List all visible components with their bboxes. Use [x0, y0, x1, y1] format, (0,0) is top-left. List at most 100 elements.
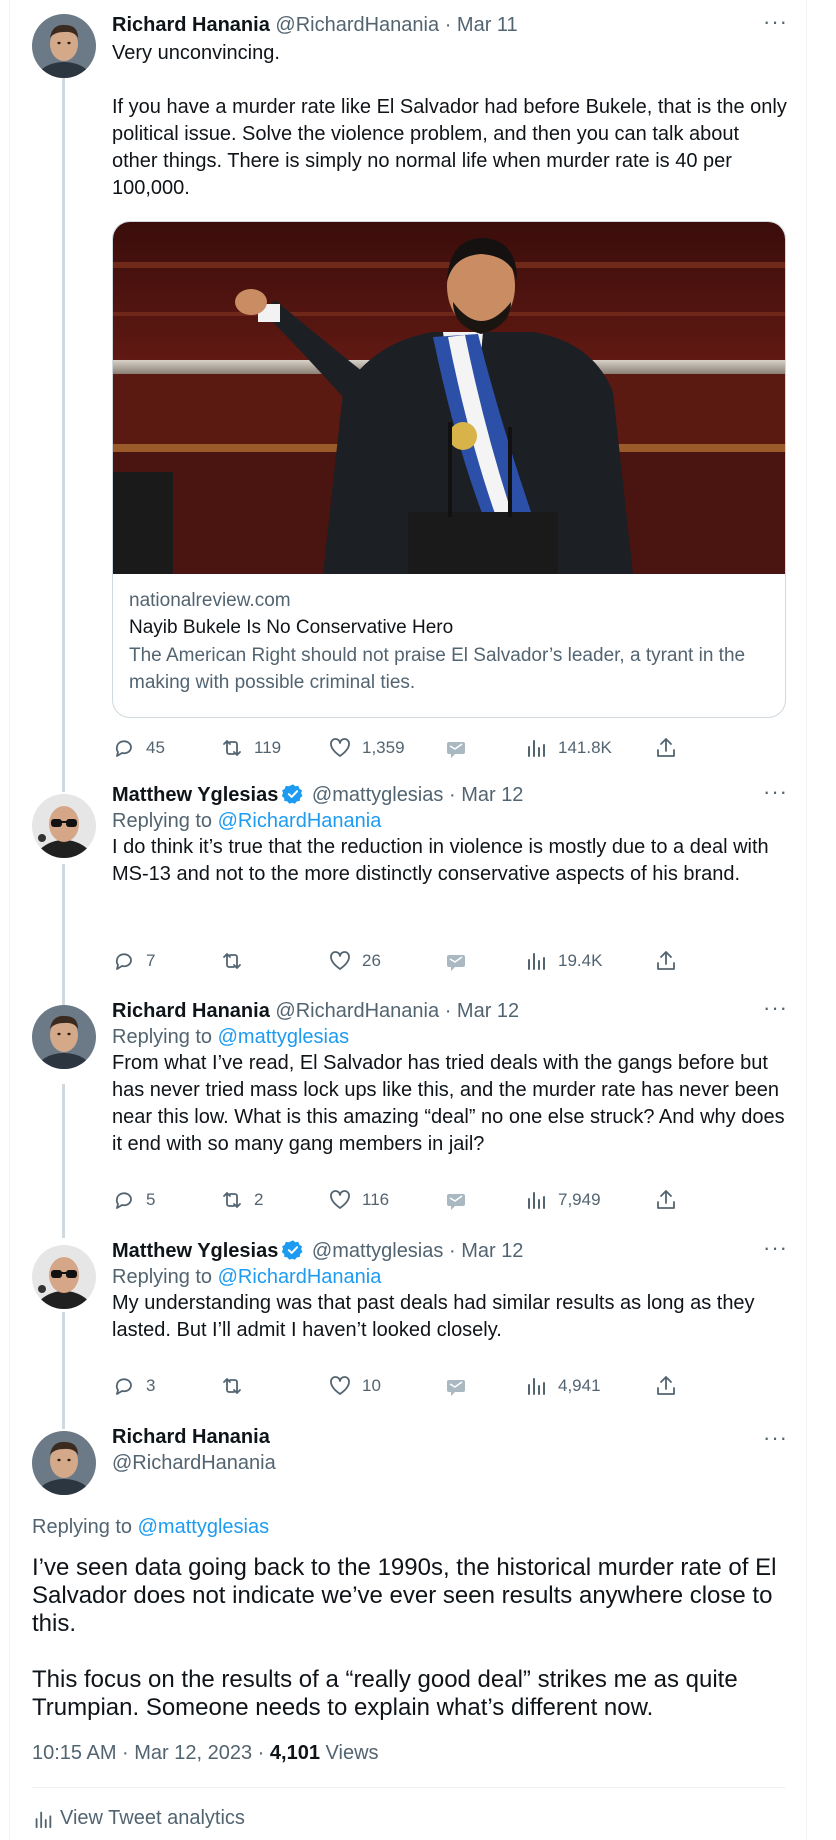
avatar-richard-hanania[interactable]	[32, 14, 96, 78]
tweet-header: Richard Hanania @RichardHanania · Mar 12	[112, 998, 788, 1024]
bar-chart-icon	[528, 1378, 545, 1395]
share-icon	[657, 1376, 675, 1395]
replying-label: Replying to	[112, 1026, 213, 1048]
comment-card-button[interactable]	[444, 1371, 468, 1401]
link-card[interactable]: nationalreview.com Nayib Bukele Is No Co…	[112, 221, 786, 718]
like-button[interactable]: 1,359	[328, 733, 405, 763]
replying-mention-link[interactable]: @mattyglesias	[138, 1516, 269, 1538]
message-icon	[447, 1380, 465, 1396]
replying-label: Replying to	[112, 1266, 213, 1288]
main-tweet-text: I’ve seen data going back to the 1990s, …	[32, 1554, 777, 1721]
retweet-count: 119	[254, 738, 282, 757]
share-button[interactable]	[654, 1185, 678, 1215]
replying-to: Replying to @RichardHanania	[112, 1264, 788, 1290]
tweet-text: I do think it’s true that the reduction …	[112, 836, 769, 885]
views-button[interactable]: 4,941	[524, 1371, 601, 1401]
author-name[interactable]: Richard Hanania	[112, 1000, 270, 1022]
author-handle[interactable]: @RichardHanania	[112, 1450, 788, 1476]
like-count: 26	[362, 951, 381, 970]
retweet-button[interactable]	[220, 946, 254, 976]
retweet-button[interactable]: 2	[220, 1185, 263, 1215]
view-count: 7,949	[558, 1190, 601, 1209]
reply-button[interactable]: 45	[112, 733, 165, 763]
tweet[interactable]: Matthew Yglesias @mattyglesias · Mar 12 …	[10, 781, 808, 1000]
tweet-date[interactable]: Mar 12	[461, 784, 523, 806]
author-handle[interactable]: @RichardHanania	[275, 1000, 439, 1022]
more-options-icon[interactable]: ···	[763, 1427, 788, 1449]
reply-icon	[115, 1192, 132, 1209]
view-count: 141.8K	[558, 738, 612, 757]
tweet-date[interactable]: Mar 12	[461, 1240, 523, 1262]
author-handle[interactable]: @mattyglesias	[312, 784, 443, 806]
retweet-button[interactable]: 119	[220, 733, 281, 763]
more-options-icon[interactable]: ···	[763, 11, 788, 33]
like-button[interactable]: 10	[328, 1371, 381, 1401]
comment-card-button[interactable]	[444, 946, 468, 976]
avatar-richard-hanania[interactable]	[32, 1431, 96, 1495]
author-name[interactable]: Richard Hanania	[112, 1424, 788, 1450]
views-button[interactable]: 7,949	[524, 1185, 601, 1215]
replying-to: Replying to @mattyglesias	[32, 1514, 786, 1540]
replying-label: Replying to	[112, 810, 213, 832]
tweet-timestamp-row: 10:15 AM · Mar 12, 2023 · 4,101 Views	[32, 1740, 786, 1766]
tweet-text: My understanding was that past deals had…	[112, 1292, 755, 1341]
avatar-matthew-yglesias[interactable]	[32, 794, 96, 858]
author-name[interactable]: Richard Hanania	[112, 14, 270, 36]
avatar-matthew-yglesias[interactable]	[32, 1245, 96, 1309]
heart-icon	[330, 738, 350, 757]
author-handle[interactable]: @mattyglesias	[312, 1240, 443, 1262]
tweet[interactable]: Matthew Yglesias @mattyglesias · Mar 12 …	[10, 1237, 808, 1425]
reply-button[interactable]: 3	[112, 1371, 155, 1401]
share-button[interactable]	[654, 946, 678, 976]
view-count: 4,941	[558, 1376, 601, 1395]
share-button[interactable]	[654, 733, 678, 763]
more-options-icon[interactable]: ···	[763, 997, 788, 1019]
avatar-richard-hanania[interactable]	[32, 1005, 96, 1069]
bar-chart-icon	[35, 1811, 52, 1828]
replying-mention-link[interactable]: @mattyglesias	[218, 1026, 349, 1048]
like-button[interactable]: 116	[328, 1185, 389, 1215]
view-count: 4,101	[269, 1742, 320, 1764]
replying-mention-link[interactable]: @RichardHanania	[218, 1266, 382, 1288]
share-button[interactable]	[654, 1371, 678, 1401]
tweet-timestamp[interactable]: 10:15 AM · Mar 12, 2023 ·	[32, 1742, 270, 1764]
tweet-thread: Richard Hanania @RichardHanania · Mar 11…	[9, 0, 807, 1840]
tweet[interactable]: Richard Hanania @RichardHanania · Mar 12…	[10, 997, 808, 1237]
author-name[interactable]: Matthew Yglesias	[112, 1240, 278, 1262]
tweet-text: Very unconvincing. If you have a murder …	[112, 42, 787, 199]
view-analytics-link[interactable]: View Tweet analytics	[32, 1807, 245, 1830]
views-button[interactable]: 141.8K	[524, 733, 612, 763]
author-name[interactable]: Matthew Yglesias	[112, 784, 278, 806]
retweet-button[interactable]	[220, 1371, 254, 1401]
message-icon	[447, 742, 465, 758]
retweet-icon	[223, 740, 241, 756]
more-options-icon[interactable]: ···	[763, 1237, 788, 1259]
more-options-icon[interactable]: ···	[763, 781, 788, 803]
tweet-date[interactable]: Mar 11	[457, 14, 518, 36]
heart-icon	[330, 951, 350, 970]
separator-dot: ·	[448, 784, 456, 806]
like-count: 116	[362, 1190, 390, 1209]
like-button[interactable]: 26	[328, 946, 381, 976]
replying-label: Replying to	[32, 1516, 133, 1538]
tweet-text: From what I’ve read, El Salvador has tri…	[112, 1052, 785, 1155]
reply-button[interactable]: 5	[112, 1185, 155, 1215]
tweet-date[interactable]: Mar 12	[457, 1000, 519, 1022]
replying-mention-link[interactable]: @RichardHanania	[218, 810, 382, 832]
share-icon	[657, 951, 675, 970]
views-button[interactable]: 19.4K	[524, 946, 602, 976]
divider	[32, 1787, 786, 1788]
card-description: The American Right should not praise El …	[129, 645, 746, 693]
reply-button[interactable]: 7	[112, 946, 155, 976]
tweet-actions: 45 119 1,359 141.8K	[112, 733, 692, 763]
tweet-actions: 7 26 19.4K	[112, 946, 692, 976]
reply-count: 7	[146, 951, 156, 970]
comment-card-button[interactable]	[444, 733, 468, 763]
tweet[interactable]: Richard Hanania @RichardHanania · Mar 11…	[10, 0, 808, 780]
tweet-header: Matthew Yglesias @mattyglesias · Mar 12	[112, 1238, 788, 1264]
bar-chart-icon	[528, 740, 545, 757]
author-handle[interactable]: @RichardHanania	[275, 14, 439, 36]
comment-card-button[interactable]	[444, 1185, 468, 1215]
tweet-actions: 5 2 116 7,949	[112, 1185, 692, 1215]
like-count: 10	[362, 1376, 381, 1395]
